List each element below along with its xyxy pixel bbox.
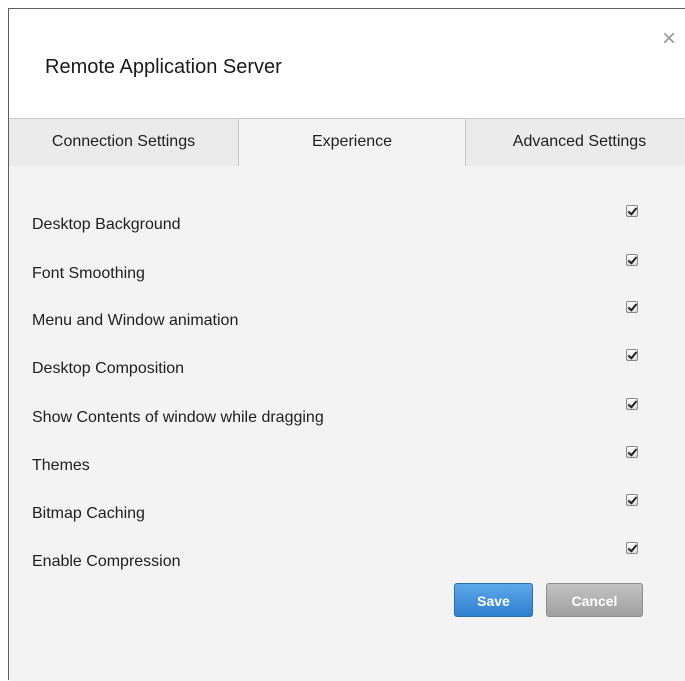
option-label: Font Smoothing <box>32 265 145 282</box>
checkbox-bitmap-caching[interactable] <box>626 494 638 506</box>
option-label: Desktop Composition <box>32 360 185 377</box>
option-row: Desktop Background <box>9 205 685 255</box>
option-label: Enable Compression <box>32 553 181 570</box>
checkbox-desktop-composition[interactable] <box>626 349 638 361</box>
option-label: Bitmap Caching <box>32 505 145 522</box>
option-row: Menu and Window animation <box>9 301 685 351</box>
option-row: Desktop Composition <box>9 349 685 399</box>
tab-experience[interactable]: Experience <box>239 118 466 167</box>
checkbox-enable-compression[interactable] <box>626 542 638 554</box>
checkbox-desktop-background[interactable] <box>626 205 638 217</box>
tab-advanced-settings[interactable]: Advanced Settings <box>466 118 685 166</box>
option-row: Themes <box>9 446 685 496</box>
option-label: Menu and Window animation <box>32 312 239 329</box>
option-label: Show Contents of window while dragging <box>32 409 324 426</box>
checkbox-themes[interactable] <box>626 446 638 458</box>
checkbox-menu-window-animation[interactable] <box>626 301 638 313</box>
option-label: Themes <box>32 457 90 474</box>
option-row: Bitmap Caching <box>9 494 685 544</box>
dialog-title: Remote Application Server <box>45 56 282 78</box>
remote-app-server-dialog: Remote Application Server × Connection S… <box>8 8 685 681</box>
option-label: Desktop Background <box>32 216 181 233</box>
checkbox-font-smoothing[interactable] <box>626 254 638 266</box>
save-button[interactable]: Save <box>454 583 533 617</box>
checkbox-show-contents-dragging[interactable] <box>626 398 638 410</box>
tab-connection-settings[interactable]: Connection Settings <box>9 118 239 166</box>
option-row: Font Smoothing <box>9 254 685 304</box>
close-icon[interactable]: × <box>662 27 676 51</box>
option-row: Show Contents of window while dragging <box>9 398 685 448</box>
cancel-button[interactable]: Cancel <box>546 583 643 617</box>
tab-bar: Connection Settings Experience Advanced … <box>9 118 685 167</box>
